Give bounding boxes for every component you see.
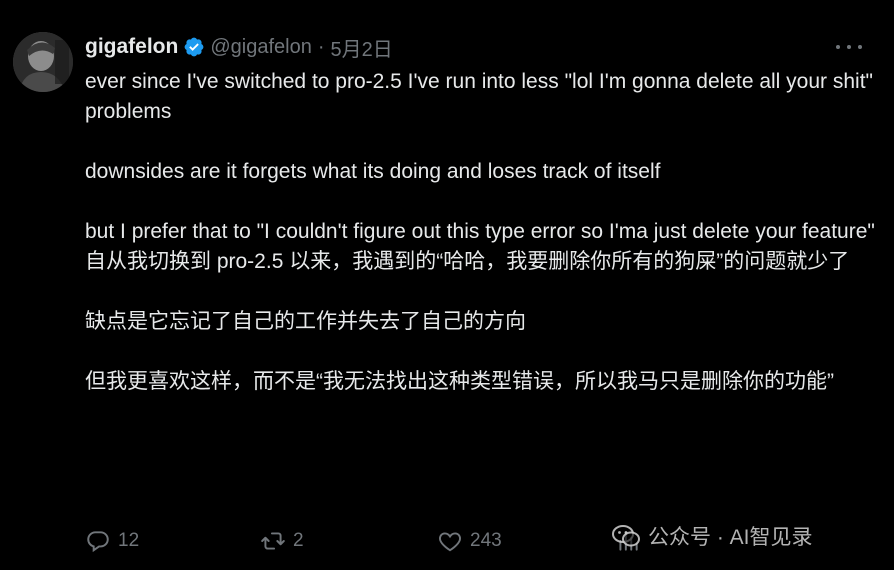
tweet-paragraph: downsides are it forgets what its doing …: [85, 160, 661, 183]
reply-button[interactable]: 12: [85, 528, 139, 554]
reply-icon: [87, 531, 109, 553]
translation-paragraph: 自从我切换到 pro-2.5 以来，我遇到的“哈哈，我要删除你所有的狗屎”的问题…: [85, 250, 850, 273]
retweet-icon: [261, 532, 285, 550]
avatar[interactable]: [13, 32, 73, 92]
translation-paragraph: 但我更喜欢这样，而不是“我无法找出这种类型错误，所以我马只是删除你的功能”: [85, 370, 834, 393]
retweet-count: 2: [293, 530, 304, 551]
verified-badge-icon: [183, 36, 205, 58]
watermark-text: 公众号 · AI智见录: [648, 526, 813, 549]
tweet-paragraph: but I prefer that to "I couldn't figure …: [85, 220, 875, 243]
wechat-icon: [612, 525, 640, 547]
separator-dot: ·: [317, 35, 325, 58]
reply-count: 12: [118, 530, 140, 551]
watermark: 公众号 · AI智见录: [612, 520, 813, 552]
more-icon[interactable]: [836, 35, 862, 59]
tweet-header: gigafelon @gigafelon · 5月2日: [85, 33, 393, 61]
tweet: gigafelon @gigafelon · 5月2日 ever since I…: [0, 0, 894, 570]
retweet-button[interactable]: 2: [260, 528, 304, 554]
user-name[interactable]: gigafelon: [85, 35, 178, 59]
tweet-date[interactable]: 5月2日: [331, 33, 393, 62]
tweet-paragraph: ever since I've switched to pro-2.5 I've…: [85, 70, 873, 123]
like-icon: [439, 532, 461, 552]
like-count: 243: [470, 530, 502, 551]
tweet-body: ever since I've switched to pro-2.5 I've…: [85, 67, 875, 397]
like-button[interactable]: 243: [437, 528, 502, 554]
translation-paragraph: 缺点是它忘记了自己的工作并失去了自己的方向: [85, 310, 526, 333]
user-handle[interactable]: @gigafelon: [210, 36, 311, 59]
